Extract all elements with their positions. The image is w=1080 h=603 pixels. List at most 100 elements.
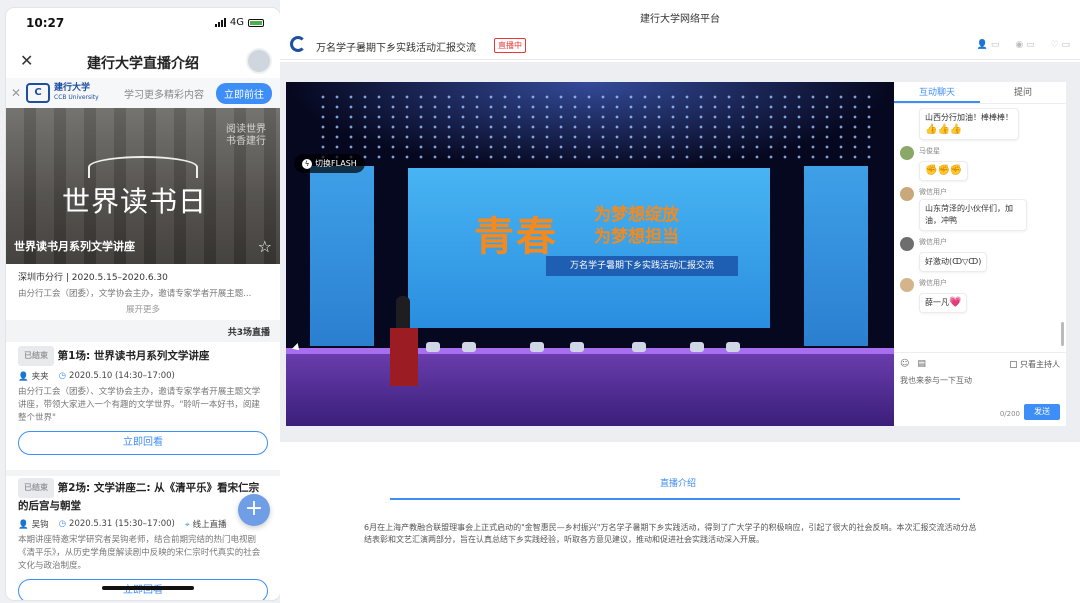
favorite-star-icon[interactable]: ☆ bbox=[258, 237, 272, 256]
flash-icon: ϟ bbox=[302, 159, 312, 169]
chat-message: 微信用户薛一凡💗 bbox=[900, 278, 1060, 313]
player-area: 青春 为梦想绽放 为梦想担当 万名学子暑期下乡实践活动汇报交流 ϟ 切换FLASH bbox=[280, 62, 1080, 442]
screenshot-frame: 10:27 4G ✕ 建行大学直播介绍 ✕ C 建行大学 CCB Universi… bbox=[0, 0, 1080, 603]
session-time: ◷ 2020.5.10 (14:30–17:00) bbox=[58, 371, 175, 381]
status-badge: 已结束 bbox=[18, 478, 54, 498]
main-screen: 青春 为梦想绽放 为梦想担当 万名学子暑期下乡实践活动汇报交流 bbox=[408, 168, 770, 328]
session-location: ⌖ 线上直播 bbox=[184, 520, 227, 530]
event-info: 深圳市分行 | 2020.5.15–2020.6.30 由分行工会（团委），文学… bbox=[6, 264, 280, 321]
speaker-figure bbox=[396, 296, 410, 330]
slogan-lines: 为梦想绽放 为梦想担当 bbox=[594, 205, 679, 247]
session-desc: 由分行工会（团委）、文学协会主办，邀请专家学者开展主题文学讲座，带领大家进入一个… bbox=[18, 387, 261, 423]
right-screen bbox=[804, 166, 868, 346]
user-icon[interactable]: 👤 ▭ bbox=[977, 40, 1000, 50]
event-date: 深圳市分行 | 2020.5.15–2020.6.30 bbox=[18, 273, 168, 283]
slogan-big: 青春 bbox=[474, 214, 558, 260]
add-fab-button[interactable]: + bbox=[238, 494, 270, 526]
stage-spotlight bbox=[570, 342, 584, 352]
page-header: 万名学子暑期下乡实践活动汇报交流 直播中 👤 ▭ ◉ ▭ ♡ ▭ bbox=[280, 30, 1080, 60]
send-button[interactable]: 发送 bbox=[1024, 404, 1060, 420]
hero-title: 世界读书日 bbox=[62, 185, 208, 218]
tab-underline bbox=[390, 498, 960, 500]
video-player[interactable]: 青春 为梦想绽放 为梦想担当 万名学子暑期下乡实践活动汇报交流 ϟ 切换FLASH bbox=[286, 82, 894, 426]
like-icon[interactable]: ♡ ▭ bbox=[1051, 40, 1070, 50]
intro-text: 6月在上海产教融合联盟理事会上正式启动的"金智惠民—乡村振兴"万名学子暑期下乡实… bbox=[364, 523, 977, 544]
signal-icon bbox=[214, 18, 226, 27]
home-indicator bbox=[102, 586, 194, 590]
stage-spotlight bbox=[426, 342, 440, 352]
avatar bbox=[900, 278, 914, 292]
chat-panel: 互动聊天 提问 山西分行加油！棒棒棒！ 👍👍👍 马俊星 ✊✊✊ 微信用户 山东菏泽的 bbox=[894, 82, 1066, 426]
stage-spotlight bbox=[462, 342, 476, 352]
banner-tagline: 学习更多精彩内容 bbox=[124, 89, 204, 101]
left-screen bbox=[310, 166, 374, 346]
clock-icon: ◷ bbox=[58, 519, 67, 529]
podium bbox=[390, 328, 418, 386]
chat-message: 微信用户山东菏泽的小伙伴们，加油，冲鸭 bbox=[900, 187, 1060, 231]
avatar bbox=[900, 187, 914, 201]
platform-logo-icon bbox=[290, 36, 306, 52]
speaker: 👤 吴钩 bbox=[18, 520, 49, 530]
message-bubble: 山西分行加油！棒棒棒！ 👍👍👍 bbox=[919, 108, 1019, 140]
chat-message: 微信用户 好激动(ↀ▽ↀ) bbox=[900, 237, 1060, 272]
tab-questions[interactable]: 提问 bbox=[980, 82, 1066, 103]
ccb-university-logo: C bbox=[26, 83, 50, 103]
event-desc: 由分行工会（团委），文学协会主办，邀请专家学者开展主题... bbox=[18, 289, 252, 299]
chat-messages: 山西分行加油！棒棒棒！ 👍👍👍 马俊星 ✊✊✊ 微信用户 山东菏泽的小伙伴们，加油，冲… bbox=[900, 108, 1060, 348]
light-grid bbox=[316, 92, 876, 162]
battery-icon bbox=[248, 18, 264, 27]
chat-composer: ☺ ▤ 只看主持人 我也来参与一下互动 0/200 发送 bbox=[894, 352, 1066, 426]
divider bbox=[6, 470, 280, 476]
emoji-icon[interactable]: ☺ bbox=[900, 359, 909, 369]
views-icon: ◉ ▭ bbox=[1015, 40, 1035, 50]
stage-spotlight bbox=[530, 342, 544, 352]
web-platform: 建行大学网络平台 万名学子暑期下乡实践活动汇报交流 直播中 👤 ▭ ◉ ▭ ♡ … bbox=[280, 0, 1080, 603]
person-icon: 👤 bbox=[18, 520, 29, 530]
message-bubble: 好激动(ↀ▽ↀ) bbox=[919, 252, 988, 272]
chat-input[interactable]: 我也来参与一下互动 bbox=[900, 375, 972, 386]
clock-icon: ◷ bbox=[58, 371, 67, 381]
tab-live-intro[interactable]: 直播介绍 bbox=[660, 476, 696, 489]
session-card: 已结束 第2场: 文学讲座二: 从《清平乐》看宋仁宗的后宫与朝堂 👤 吴钩 ◷ 20… bbox=[6, 478, 280, 600]
expand-more-link[interactable]: 展开更多 bbox=[18, 303, 268, 315]
location-pin-icon: ⌖ bbox=[184, 520, 190, 530]
live-badge: 直播中 bbox=[494, 38, 526, 53]
stage-floor bbox=[286, 348, 894, 426]
sender-name: 微信用户 bbox=[919, 279, 947, 287]
live-intro: 直播介绍 6月在上海产教融合联盟理事会上正式启动的"金智惠民—乡村振兴"万名学子… bbox=[286, 442, 1066, 602]
open-book-icon bbox=[88, 156, 198, 178]
session-count: 共3场直播 bbox=[6, 320, 280, 342]
session-meta: 👤 夹夹 ◷ 2020.5.10 (14:30–17:00) bbox=[18, 370, 268, 382]
banner-close-icon[interactable]: ✕ bbox=[6, 86, 26, 100]
session-card: 已结束 第1场: 世界读书月系列文学讲座 👤 夹夹 ◷ 2020.5.10 (14:… bbox=[6, 346, 280, 455]
floating-window-icon[interactable] bbox=[246, 48, 272, 74]
session-time: ◷ 2020.5.31 (15:30–17:00) bbox=[58, 519, 175, 529]
tab-interactive-chat[interactable]: 互动聊天 bbox=[894, 82, 980, 103]
person-icon: 👤 bbox=[18, 372, 29, 382]
nav-bar: ✕ 建行大学直播介绍 bbox=[6, 42, 280, 78]
switch-flash-button[interactable]: ϟ 切换FLASH bbox=[294, 154, 365, 173]
message-bubble: 薛一凡💗 bbox=[919, 293, 968, 313]
chat-message: 山西分行加油！棒棒棒！ 👍👍👍 bbox=[900, 108, 1060, 140]
go-now-button[interactable]: 立即前往 bbox=[216, 82, 272, 104]
avatar bbox=[900, 146, 914, 160]
status-time: 10:27 bbox=[26, 16, 65, 30]
stage-spotlight bbox=[690, 342, 704, 352]
message-bubble: 山东菏泽的小伙伴们，加油，冲鸭 bbox=[919, 199, 1027, 231]
network-type: 4G bbox=[229, 17, 244, 28]
avatar bbox=[900, 108, 914, 122]
chat-message: 马俊星 ✊✊✊ bbox=[900, 146, 1060, 181]
hero-image: 阅读世界 书香建行 世界读书日 世界读书月系列文学讲座 ☆ bbox=[6, 108, 280, 264]
message-bubble: ✊✊✊ bbox=[919, 161, 969, 181]
char-counter: 0/200 bbox=[999, 410, 1020, 418]
replay-button[interactable]: 立即回看 bbox=[18, 431, 268, 455]
image-icon[interactable]: ▤ bbox=[917, 359, 926, 369]
session-desc: 本期讲座特邀宋学研究者吴钩老师，结合前期完结的热门电视剧《清平乐》，从历史学角度… bbox=[18, 535, 261, 571]
avatar bbox=[900, 237, 914, 251]
stage-spotlight bbox=[632, 342, 646, 352]
sender-name: 微信用户 bbox=[919, 188, 947, 196]
status-bar: 10:27 4G bbox=[6, 8, 280, 42]
sender-name: 马俊星 bbox=[919, 147, 940, 155]
chat-scrollbar[interactable] bbox=[1061, 322, 1064, 346]
host-only-checkbox[interactable]: 只看主持人 bbox=[1010, 359, 1060, 370]
